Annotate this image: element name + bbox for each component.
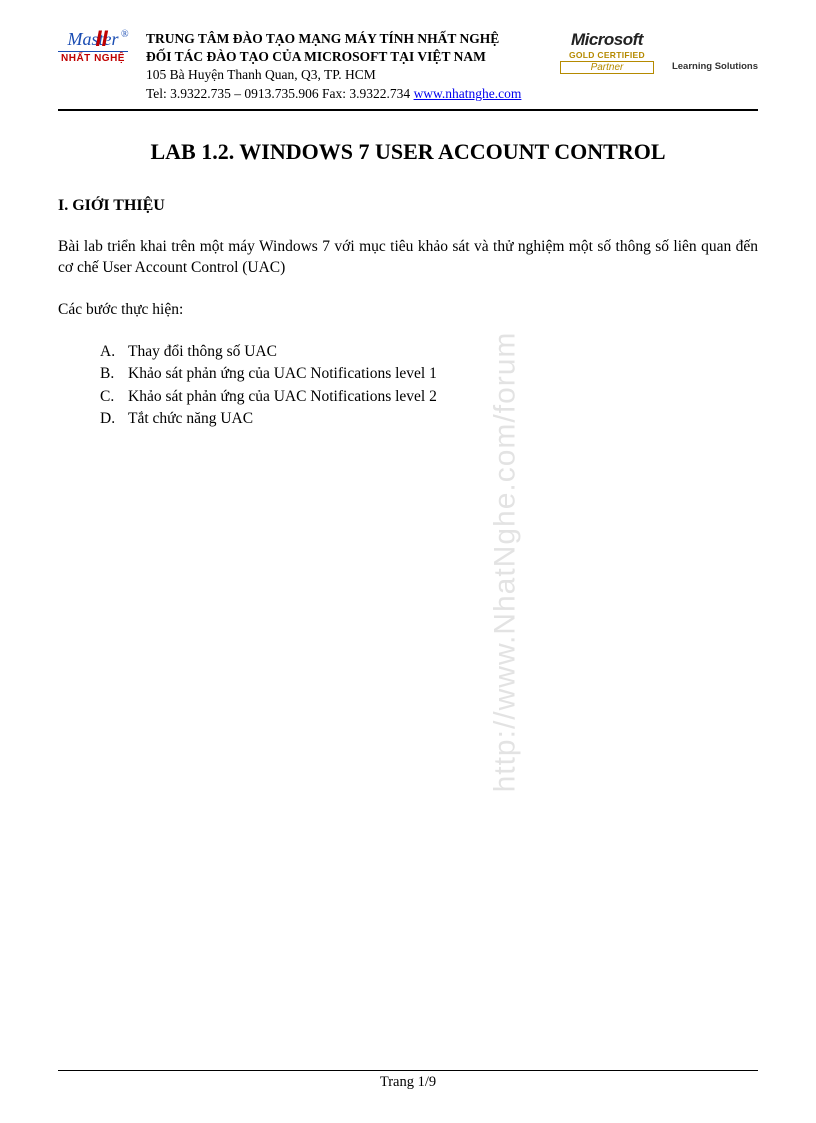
- logo-top-text: Master II ®: [68, 30, 119, 48]
- microsoft-partner-badge: Microsoft GOLD CERTIFIED Partner: [560, 30, 654, 74]
- step-marker: A.: [100, 341, 128, 363]
- step-marker: C.: [100, 386, 128, 408]
- page-number: Trang 1/9: [0, 1074, 816, 1091]
- org-title-2: ĐỐI TÁC ĐÀO TẠO CỦA MICROSOFT TẠI VIỆT N…: [146, 48, 542, 66]
- section-heading: I. GIỚI THIỆU: [58, 197, 758, 215]
- page: Master II ® NHẤT NGHỆ TRUNG TÂM ĐÀO TẠO …: [0, 0, 816, 1123]
- lab-title: LAB 1.2. WINDOWS 7 USER ACCOUNT CONTROL: [58, 139, 758, 165]
- footer-divider: [58, 1070, 758, 1071]
- step-item: B. Khảo sát phản ứng của UAC Notificatio…: [100, 363, 758, 385]
- step-text: Khảo sát phản ứng của UAC Notifications …: [128, 363, 437, 385]
- org-title-1: TRUNG TÂM ĐÀO TẠO MẠNG MÁY TÍNH NHẤT NGH…: [146, 30, 542, 48]
- step-marker: B.: [100, 363, 128, 385]
- registered-icon: ®: [121, 30, 129, 40]
- org-contact: Tel: 3.9322.735 – 0913.735.906 Fax: 3.93…: [146, 85, 542, 103]
- step-marker: D.: [100, 408, 128, 430]
- step-item: A. Thay đổi thông số UAC: [100, 341, 758, 363]
- logo-divider: [58, 51, 128, 52]
- step-text: Khảo sát phản ứng của UAC Notifications …: [128, 386, 437, 408]
- step-item: D. Tắt chức năng UAC: [100, 408, 758, 430]
- steps-list: A. Thay đổi thông số UAC B. Khảo sát phả…: [58, 341, 758, 431]
- partner-text: Partner: [560, 61, 654, 74]
- step-text: Thay đổi thông số UAC: [128, 341, 277, 363]
- company-logo: Master II ® NHẤT NGHỆ: [58, 30, 128, 64]
- learning-solutions-text: Learning Solutions: [672, 61, 758, 72]
- organization-info: TRUNG TÂM ĐÀO TẠO MẠNG MÁY TÍNH NHẤT NGH…: [146, 30, 542, 103]
- intro-paragraph: Bài lab triển khai trên một máy Windows …: [58, 237, 758, 279]
- microsoft-logo-text: Microsoft: [560, 30, 654, 50]
- step-text: Tắt chức năng UAC: [128, 408, 253, 430]
- steps-label: Các bước thực hiện:: [58, 301, 758, 319]
- step-item: C. Khảo sát phản ứng của UAC Notificatio…: [100, 386, 758, 408]
- logo-company-name: NHẤT NGHỆ: [58, 54, 128, 64]
- website-link[interactable]: www.nhatnghe.com: [414, 86, 522, 101]
- logo-roman-numeral: II: [96, 28, 108, 50]
- page-header: Master II ® NHẤT NGHỆ TRUNG TÂM ĐÀO TẠO …: [58, 30, 758, 111]
- org-address: 105 Bà Huyện Thanh Quan, Q3, TP. HCM: [146, 66, 542, 84]
- gold-certified-text: GOLD CERTIFIED: [560, 50, 654, 60]
